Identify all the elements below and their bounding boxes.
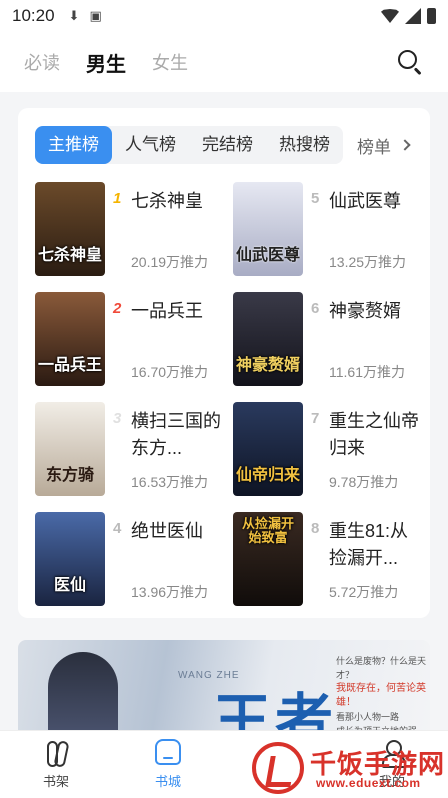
book-recommend-count: 13.96万推力 bbox=[131, 584, 209, 600]
book-recommend-count: 9.78万推力 bbox=[329, 474, 399, 490]
watermark: 千饭手游网 www.eduext.com bbox=[252, 738, 448, 798]
bookshelf-icon bbox=[43, 739, 69, 767]
wifi-icon bbox=[381, 9, 399, 23]
battery-icon bbox=[427, 8, 436, 24]
book-item[interactable]: 仙帝归来 7 重生之仙帝归来 9.78万推力 bbox=[233, 402, 423, 496]
book-title: 绝世医仙 bbox=[131, 521, 203, 541]
book-item[interactable]: 七杀神皇 1 七杀神皇 20.19万推力 bbox=[35, 182, 225, 276]
book-title: 七杀神皇 bbox=[131, 191, 203, 211]
book-cover[interactable]: 医仙 bbox=[35, 512, 105, 606]
rank-tab-completed[interactable]: 完结榜 bbox=[189, 126, 266, 164]
nav-bookshelf[interactable]: 书架 bbox=[16, 739, 96, 790]
tab-must-read[interactable]: 必读 bbox=[24, 49, 60, 75]
book-cover[interactable]: 从捡漏开始致富 bbox=[233, 512, 303, 606]
book-cover[interactable]: 神豪赘婿 bbox=[233, 292, 303, 386]
search-icon bbox=[398, 50, 417, 69]
rank-number: 1 bbox=[113, 190, 122, 207]
rank-number: 5 bbox=[311, 190, 320, 207]
book-title: 重生之仙帝归来 bbox=[329, 411, 419, 458]
rank-number: 7 bbox=[311, 410, 320, 427]
book-item[interactable]: 一品兵王 2 一品兵王 16.70万推力 bbox=[35, 292, 225, 386]
status-indicators bbox=[381, 8, 436, 24]
book-recommend-count: 16.70万推力 bbox=[131, 364, 209, 380]
rank-card: 主推榜 人气榜 完结榜 热搜榜 榜单 七杀神皇 1 七杀神皇 20.19万推力 … bbox=[18, 108, 430, 618]
rank-number: 6 bbox=[311, 300, 320, 317]
download-icon: ⬇ bbox=[68, 8, 80, 23]
rank-list-more-label: 榜单 bbox=[357, 137, 391, 157]
book-item[interactable]: 从捡漏开始致富 8 重生81:从捡漏开... 5.72万推力 bbox=[233, 512, 423, 606]
rank-number: 3 bbox=[113, 410, 122, 427]
rank-list-more-button[interactable]: 榜单 bbox=[357, 133, 411, 158]
book-recommend-count: 20.19万推力 bbox=[131, 254, 209, 270]
rank-tab-hot-search[interactable]: 热搜榜 bbox=[266, 126, 343, 164]
rank-number: 8 bbox=[311, 520, 320, 537]
tab-male[interactable]: 男生 bbox=[86, 48, 126, 77]
banner-text: 什么是废物？什么是天才？ 我既存在，何苦论英雄！ 看那小人物一路 成长为顶天立地… bbox=[336, 656, 427, 736]
book-cover[interactable]: 仙武医尊 bbox=[233, 182, 303, 276]
signal-icon bbox=[405, 8, 421, 24]
book-cover[interactable]: 七杀神皇 bbox=[35, 182, 105, 276]
book-item[interactable]: 神豪赘婿 6 神豪赘婿 11.61万推力 bbox=[233, 292, 423, 386]
book-title: 一品兵王 bbox=[131, 301, 203, 321]
nav-bookstore[interactable]: 书城 bbox=[128, 739, 208, 790]
book-recommend-count: 11.61万推力 bbox=[329, 364, 405, 380]
book-recommend-count: 13.25万推力 bbox=[329, 254, 407, 270]
rank-tab-popular[interactable]: 人气榜 bbox=[112, 126, 189, 164]
book-item[interactable]: 仙武医尊 5 仙武医尊 13.25万推力 bbox=[233, 182, 423, 276]
status-bar: 10:20 ⬇ ▣ bbox=[0, 0, 448, 32]
promo-banner[interactable]: WANG ZHE 王者 什么是废物？什么是天才？ 我既存在，何苦论英雄！ 看那小… bbox=[18, 640, 430, 740]
rank-number: 2 bbox=[113, 300, 122, 317]
book-cover[interactable]: 一品兵王 bbox=[35, 292, 105, 386]
rank-tab-main[interactable]: 主推榜 bbox=[35, 126, 112, 164]
chevron-right-icon bbox=[399, 139, 411, 151]
bookstore-icon bbox=[155, 739, 181, 765]
watermark-logo-icon bbox=[252, 742, 304, 794]
book-title: 重生81:从捡漏开... bbox=[329, 521, 409, 568]
search-button[interactable] bbox=[396, 48, 424, 76]
rank-tabs: 主推榜 人气榜 完结榜 热搜榜 榜单 bbox=[35, 126, 430, 164]
book-recommend-count: 5.72万推力 bbox=[329, 584, 399, 600]
tab-female[interactable]: 女生 bbox=[152, 49, 188, 75]
banner-character-image bbox=[48, 652, 118, 740]
book-title: 横扫三国的东方... bbox=[131, 411, 221, 458]
book-cover[interactable]: 东方骑 bbox=[35, 402, 105, 496]
rank-number: 4 bbox=[113, 520, 122, 537]
top-nav: 必读 男生 女生 bbox=[0, 32, 448, 92]
book-item[interactable]: 东方骑 3 横扫三国的东方... 16.53万推力 bbox=[35, 402, 225, 496]
a-badge-icon: ▣ bbox=[89, 8, 102, 23]
status-time: 10:20 bbox=[12, 6, 55, 25]
book-title: 仙武医尊 bbox=[329, 191, 401, 211]
book-title: 神豪赘婿 bbox=[329, 301, 401, 321]
book-cover[interactable]: 仙帝归来 bbox=[233, 402, 303, 496]
book-recommend-count: 16.53万推力 bbox=[131, 474, 209, 490]
book-item[interactable]: 医仙 4 绝世医仙 13.96万推力 bbox=[35, 512, 225, 606]
watermark-url: www.eduext.com bbox=[316, 776, 421, 790]
